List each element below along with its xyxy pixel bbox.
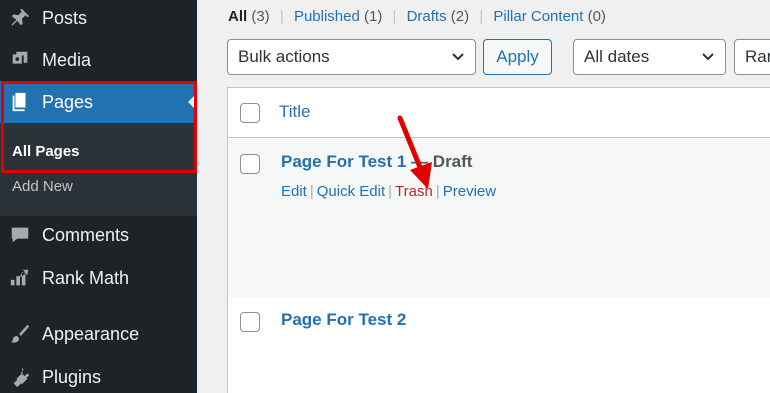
sidebar-item-label: Media xyxy=(42,49,92,70)
sidebar-item-label: Posts xyxy=(42,7,88,28)
rank-math-filter-value: Ran xyxy=(745,47,770,66)
filter-published-count: (1) xyxy=(364,8,383,25)
edit-link[interactable]: Edit xyxy=(281,183,307,200)
post-state: — Draft xyxy=(406,152,473,171)
admin-sidebar: Posts Media Pages All Pages Add New Comm… xyxy=(0,0,197,393)
filter-published-link[interactable]: Published xyxy=(294,8,360,25)
sidebar-item-label: Rank Math xyxy=(42,267,130,288)
date-filter-value: All dates xyxy=(584,47,650,66)
date-filter-select[interactable]: All dates xyxy=(573,39,726,75)
page-title-link[interactable]: Page For Test 2 xyxy=(281,310,406,330)
sidebar-item-pages[interactable]: Pages xyxy=(0,81,197,123)
trash-link[interactable]: Trash xyxy=(395,183,433,200)
sidebar-item-label: Plugins xyxy=(42,366,102,387)
chevron-down-icon xyxy=(702,53,714,61)
sidebar-item-label: Appearance xyxy=(42,323,140,344)
row-checkbox[interactable] xyxy=(240,312,260,332)
filter-pillar-content-link[interactable]: Pillar Content xyxy=(493,8,583,25)
media-icon xyxy=(8,48,32,72)
table-header-row: Title xyxy=(228,88,770,138)
separator: | xyxy=(435,183,440,200)
sidebar-item-media[interactable]: Media xyxy=(0,40,197,80)
page-title-link[interactable]: Page For Test 1 xyxy=(281,152,406,171)
separator: | xyxy=(392,8,397,25)
filter-drafts-count: (2) xyxy=(450,8,470,25)
apply-button[interactable]: Apply xyxy=(483,39,552,75)
pin-icon xyxy=(8,6,32,30)
sidebar-item-plugins[interactable]: Plugins xyxy=(0,357,197,393)
separator: | xyxy=(479,8,484,25)
submenu-item-add-new[interactable]: Add New xyxy=(12,178,73,195)
sidebar-item-posts[interactable]: Posts xyxy=(0,0,197,38)
plugin-icon xyxy=(8,365,32,389)
submenu-item-all-pages[interactable]: All Pages xyxy=(12,143,80,160)
title-column-header[interactable]: Title xyxy=(279,102,311,122)
separator: | xyxy=(309,183,314,200)
sidebar-item-rank-math[interactable]: Rank Math xyxy=(0,258,197,298)
filter-pillar-content-count: (0) xyxy=(587,8,606,25)
separator: | xyxy=(279,8,284,25)
rank-math-icon xyxy=(8,266,32,290)
row-actions: Edit | Quick Edit | Trash | Preview xyxy=(281,183,496,200)
filter-drafts-link[interactable]: Drafts xyxy=(407,8,447,25)
sidebar-item-appearance[interactable]: Appearance xyxy=(0,314,197,354)
quick-edit-link[interactable]: Quick Edit xyxy=(317,183,385,200)
main-content: All (3) | Published (1) | Drafts (2) | P… xyxy=(197,0,770,393)
pages-table: Title Page For Test 1 — Draft Edit | Quick… xyxy=(227,87,770,393)
chevron-down-icon xyxy=(452,53,464,61)
status-filter-links: All (3) | Published (1) | Drafts (2) | P… xyxy=(228,8,606,25)
row-title: Page For Test 1 — Draft xyxy=(281,152,472,172)
current-menu-pointer xyxy=(188,93,197,111)
brush-icon xyxy=(8,322,32,346)
bulk-actions-select[interactable]: Bulk actions xyxy=(227,39,476,75)
sidebar-item-label: Comments xyxy=(42,224,130,245)
sidebar-item-label: Pages xyxy=(42,91,94,112)
preview-link[interactable]: Preview xyxy=(443,183,496,200)
bulk-actions-value: Bulk actions xyxy=(238,47,330,66)
pages-submenu: All Pages Add New xyxy=(0,123,197,216)
separator: | xyxy=(388,183,393,200)
table-row: Page For Test 1 — Draft Edit | Quick Edit |… xyxy=(228,139,770,297)
filter-all-link[interactable]: All xyxy=(228,8,247,25)
sidebar-item-comments[interactable]: Comments xyxy=(0,215,197,255)
select-all-checkbox[interactable] xyxy=(240,103,260,123)
row-checkbox[interactable] xyxy=(240,154,260,174)
comment-icon xyxy=(8,223,32,247)
table-row: Page For Test 2 xyxy=(228,297,770,393)
pages-icon xyxy=(8,90,32,114)
filter-all-count: (3) xyxy=(251,8,270,25)
rank-math-filter-select[interactable]: Ran xyxy=(734,39,770,75)
